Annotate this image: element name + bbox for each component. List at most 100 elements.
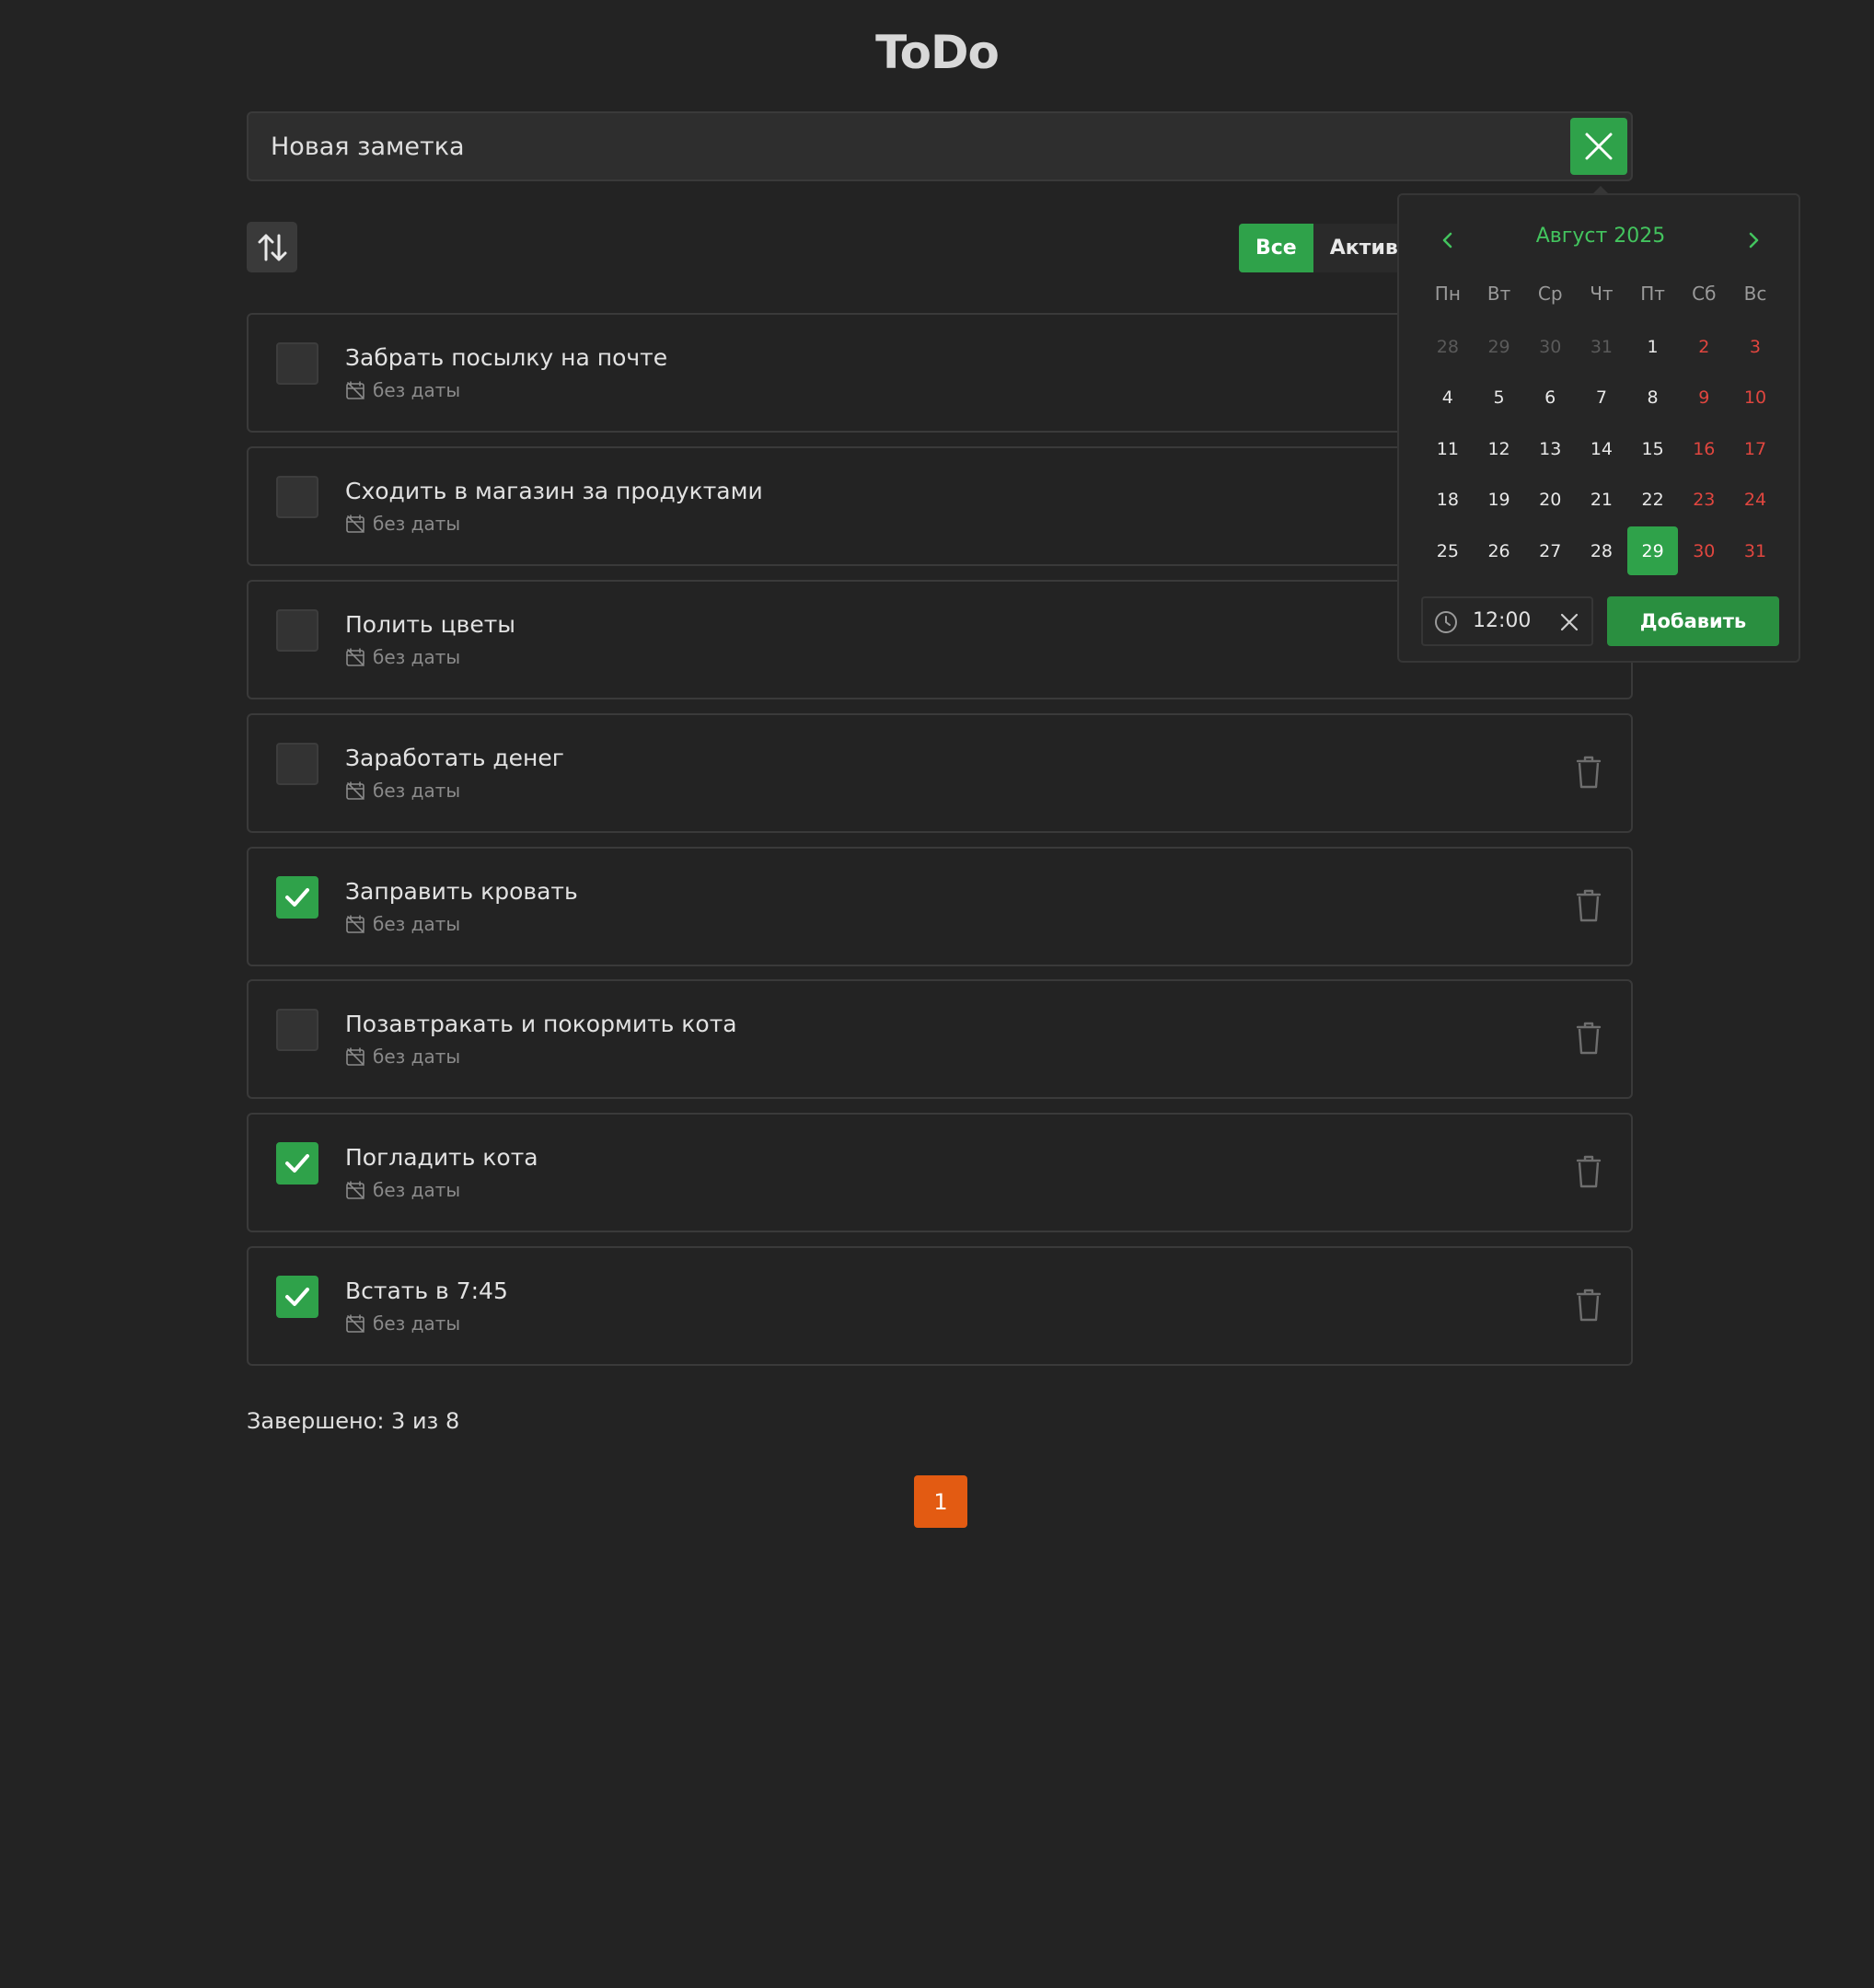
calendar-day[interactable]: 29 [1474, 322, 1525, 371]
sort-button[interactable] [247, 222, 297, 272]
calendar-day[interactable]: 31 [1576, 322, 1627, 371]
task-item: Встать в 7:45 без даты [247, 1246, 1633, 1366]
calendar-day[interactable]: 1 [1627, 322, 1679, 371]
calendar-weekday-label: Вт [1486, 283, 1511, 305]
calendar-header: Август 2025 [1399, 221, 1802, 258]
calendar-week-row: 18 19 20 21 22 23 24 [1422, 476, 1781, 527]
calendar-day[interactable]: 4 [1422, 374, 1474, 422]
calendar-day[interactable]: 27 [1524, 526, 1576, 575]
new-note-input[interactable] [271, 113, 1541, 179]
calendar-weekday-label: Пт [1640, 283, 1665, 305]
trash-icon[interactable] [1574, 1020, 1603, 1057]
no-date-calendar-icon [346, 915, 364, 933]
task-title: Погладить кота [345, 1144, 538, 1171]
no-date-calendar-icon [346, 1047, 364, 1066]
calendar-day[interactable]: 30 [1524, 322, 1576, 371]
calendar-day[interactable]: 26 [1474, 526, 1525, 575]
pagination-page-button[interactable]: 1 [914, 1475, 967, 1528]
clear-time-icon[interactable] [1559, 612, 1579, 632]
task-date: без даты [345, 913, 460, 935]
task-date-label: без даты [373, 646, 461, 668]
calendar-day[interactable]: 13 [1524, 424, 1576, 473]
task-checkbox[interactable] [276, 1142, 318, 1185]
task-date-label: без даты [373, 780, 461, 802]
calendar-week-row: 4 5 6 7 8 9 10 [1422, 374, 1781, 425]
task-checkbox[interactable] [276, 1009, 318, 1051]
task-date-label: без даты [373, 379, 461, 401]
calendar-day[interactable]: 25 [1422, 526, 1474, 575]
task-checkbox[interactable] [276, 876, 318, 919]
calendar-day[interactable]: 29 [1626, 526, 1679, 575]
no-date-calendar-icon [346, 648, 364, 666]
task-title: Забрать посылку на почте [345, 344, 668, 371]
calendar-week-row: 28 29 30 31 1 2 3 [1422, 322, 1781, 374]
calendar-day[interactable]: 28 [1422, 322, 1474, 371]
add-date-button[interactable]: Добавить [1607, 596, 1779, 646]
task-date-label: без даты [373, 913, 461, 935]
calendar-day[interactable]: 2 [1678, 322, 1729, 371]
calendar-day[interactable]: 22 [1627, 476, 1679, 525]
calendar-next-month-button[interactable] [1740, 226, 1767, 254]
calendar-day[interactable]: 9 [1678, 374, 1729, 422]
task-date: без даты [345, 1179, 460, 1201]
filter-tab-all[interactable]: Все [1239, 224, 1313, 272]
trash-icon[interactable] [1574, 887, 1603, 924]
task-date: без даты [345, 379, 460, 401]
time-field[interactable]: 12:00 [1421, 596, 1593, 646]
trash-icon[interactable] [1574, 1153, 1603, 1190]
calendar-weekday-label: Чт [1590, 283, 1614, 305]
task-item: Заработать денег без даты [247, 713, 1633, 833]
calendar-day[interactable]: 6 [1524, 374, 1576, 422]
calendar-day[interactable]: 10 [1729, 374, 1781, 422]
calendar-day[interactable]: 3 [1729, 322, 1781, 371]
task-item: Позавтракать и покормить кота без даты [247, 979, 1633, 1099]
calendar-day[interactable]: 31 [1729, 526, 1781, 575]
calendar-day[interactable]: 23 [1678, 476, 1729, 525]
checkmark-icon [285, 1154, 309, 1173]
todo-app: ToDo Все Активн Забрать посылку на почте… [0, 0, 1874, 1988]
close-icon [1585, 133, 1613, 160]
task-checkbox[interactable] [276, 743, 318, 785]
task-checkbox[interactable] [276, 609, 318, 652]
calendar-prev-month-button[interactable] [1434, 226, 1462, 254]
calendar-week-row: 25 26 27 28 29 30 31 [1422, 526, 1781, 578]
calendar-day[interactable]: 16 [1678, 424, 1729, 473]
task-title: Полить цветы [345, 611, 515, 638]
task-date: без даты [345, 646, 460, 668]
no-date-calendar-icon [346, 381, 364, 399]
clock-icon [1435, 611, 1457, 633]
calendar-weekday-label: Пн [1434, 283, 1461, 305]
task-checkbox[interactable] [276, 1276, 318, 1318]
calendar-day[interactable]: 15 [1627, 424, 1679, 473]
calendar-day[interactable]: 28 [1576, 526, 1627, 575]
calendar-weekday-label: Сб [1692, 283, 1717, 305]
task-date-label: без даты [373, 1312, 461, 1335]
calendar-day[interactable]: 18 [1422, 476, 1474, 525]
task-date-label: без даты [373, 513, 461, 535]
calendar-day[interactable]: 7 [1576, 374, 1627, 422]
task-title: Заправить кровать [345, 878, 578, 905]
task-checkbox[interactable] [276, 342, 318, 385]
calendar-day[interactable]: 30 [1678, 526, 1729, 575]
calendar-day[interactable]: 21 [1576, 476, 1627, 525]
no-date-calendar-icon [346, 781, 364, 800]
trash-icon[interactable] [1574, 1287, 1603, 1323]
chevron-right-icon [1749, 232, 1759, 248]
chevron-left-icon [1442, 232, 1452, 248]
calendar-day[interactable]: 14 [1576, 424, 1627, 473]
trash-icon[interactable] [1574, 754, 1603, 791]
no-date-calendar-icon [346, 514, 364, 533]
close-date-picker-button[interactable] [1570, 118, 1627, 175]
task-checkbox[interactable] [276, 476, 318, 518]
calendar-day[interactable]: 17 [1729, 424, 1781, 473]
task-date: без даты [345, 1312, 460, 1335]
task-item: Заправить кровать без даты [247, 847, 1633, 966]
calendar-day[interactable]: 20 [1524, 476, 1576, 525]
calendar-day[interactable]: 11 [1422, 424, 1474, 473]
calendar-day[interactable]: 24 [1729, 476, 1781, 525]
calendar-day[interactable]: 12 [1474, 424, 1525, 473]
calendar-day[interactable]: 19 [1474, 476, 1525, 525]
calendar-day[interactable]: 5 [1474, 374, 1525, 422]
calendar-weekday-label: Вс [1743, 283, 1767, 305]
calendar-day[interactable]: 8 [1627, 374, 1679, 422]
